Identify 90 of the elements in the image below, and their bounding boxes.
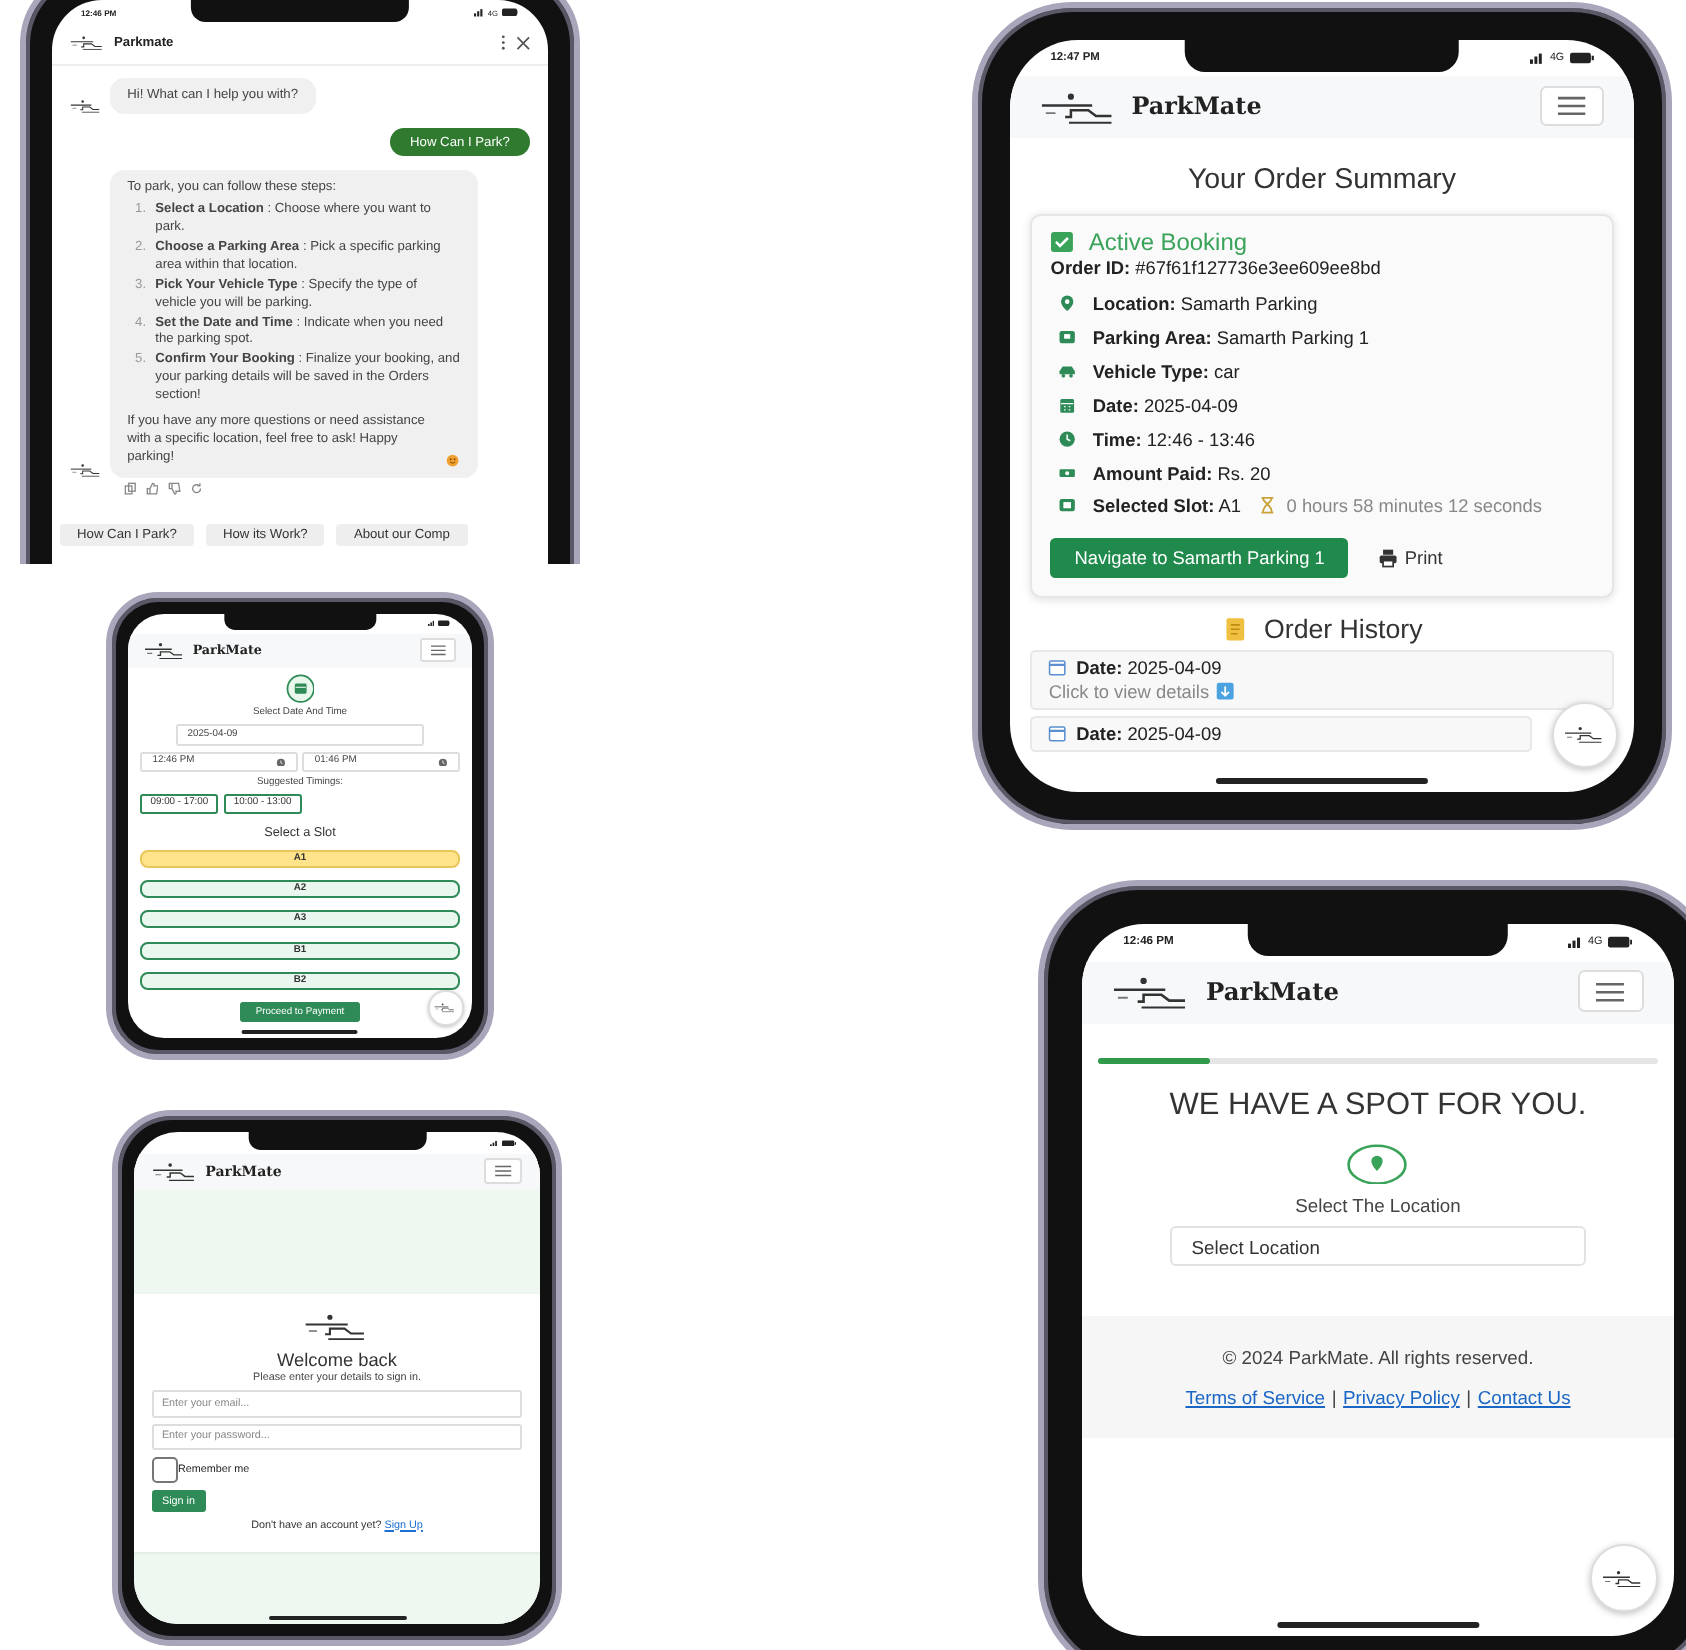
map-pin-icon	[1057, 294, 1077, 313]
signal-icon	[427, 620, 435, 627]
clock-icon	[1057, 430, 1077, 449]
menu-icon	[1556, 94, 1588, 119]
history-date: Date: 2025-04-09	[1076, 657, 1222, 678]
brand-name: ParkMate	[1206, 977, 1339, 1006]
signal-icon	[1529, 52, 1545, 65]
footer-link[interactable]: Privacy Policy	[1343, 1386, 1460, 1409]
calendar-icon	[285, 673, 315, 704]
remember-checkbox[interactable]	[151, 1456, 178, 1484]
copyright-text: © 2024 ParkMate. All rights reserved.	[1222, 1345, 1534, 1368]
home-indicator	[241, 1030, 359, 1034]
location-select[interactable]: Select Location	[1170, 1225, 1586, 1267]
more-options-icon[interactable]	[499, 34, 506, 52]
car-logo-icon	[151, 1160, 197, 1184]
link-separator: |	[1466, 1386, 1472, 1409]
page-title: WE HAVE A SPOT FOR YOU.	[1167, 1088, 1589, 1125]
signal-icon	[473, 8, 484, 18]
booking-status: Active Booking	[1088, 228, 1247, 257]
detail-text: Amount Paid: Rs. 20	[1092, 463, 1271, 484]
home-indicator	[268, 1615, 406, 1620]
menu-icon	[1594, 979, 1627, 1004]
car-logo-icon	[304, 1310, 370, 1344]
detail-text: Vehicle Type: car	[1092, 361, 1240, 382]
battery-icon	[501, 8, 519, 18]
thumbs-up-icon[interactable]	[145, 482, 159, 496]
print-button[interactable]: Print	[1378, 547, 1443, 568]
car-logo-icon	[1112, 972, 1191, 1012]
history-date: Date: 2025-04-09	[1076, 723, 1222, 744]
page-title: Your Order Summary	[1185, 164, 1459, 197]
menu-button[interactable]	[420, 638, 457, 662]
copy-icon[interactable]	[123, 482, 137, 496]
smiley-icon	[446, 454, 461, 468]
close-icon[interactable]	[515, 35, 530, 51]
hourglass-icon	[1260, 495, 1276, 514]
refresh-icon[interactable]	[190, 482, 204, 496]
section-title: Order History	[1264, 613, 1423, 644]
section-label: Select The Location	[1295, 1194, 1461, 1217]
footer-link[interactable]: Contact Us	[1477, 1386, 1571, 1409]
history-item[interactable]: Date: 2025-04-09 Click to view details	[1030, 649, 1614, 710]
footer-link[interactable]: Terms of Service	[1185, 1386, 1326, 1409]
signal-icon	[1567, 936, 1583, 949]
parking-sign-icon	[1057, 328, 1077, 347]
menu-button[interactable]	[1577, 970, 1644, 1013]
parking-sign-icon	[1057, 495, 1077, 514]
check-square-icon	[1050, 230, 1075, 255]
thumbs-down-icon[interactable]	[168, 482, 182, 496]
history-item[interactable]: Date: 2025-04-09	[1030, 715, 1533, 753]
scroll-icon	[1221, 615, 1249, 643]
chat-button[interactable]	[1589, 1543, 1658, 1612]
calendar-icon	[1048, 658, 1068, 677]
bot-avatar-icon	[70, 461, 103, 478]
detail-text: Selected Slot: A1	[1092, 496, 1241, 517]
printer-icon	[1378, 547, 1399, 568]
car-logo-icon	[1564, 724, 1605, 746]
car-logo-icon	[143, 639, 185, 661]
detail-text: Date: 2025-04-09	[1092, 395, 1238, 416]
menu-button[interactable]	[1539, 85, 1605, 127]
battery-icon	[1608, 936, 1633, 949]
clock-icon	[437, 757, 448, 767]
link-separator: |	[1331, 1386, 1337, 1409]
calendar-icon	[1057, 396, 1077, 415]
car-logo-icon	[434, 1002, 457, 1014]
car-icon	[1057, 362, 1077, 381]
detail-text: Parking Area: Samarth Parking 1	[1092, 327, 1369, 348]
map-pin-icon	[1346, 1143, 1409, 1185]
arrow-down-icon	[1216, 682, 1235, 701]
chat-button[interactable]	[1551, 701, 1618, 769]
battery-icon	[1569, 52, 1594, 65]
order-id: Order ID: #67f61f127736e3ee609ee8bd	[1050, 258, 1383, 279]
menu-icon	[493, 1164, 513, 1179]
history-hint: Click to view details	[1048, 681, 1210, 702]
car-logo-icon	[1602, 1567, 1644, 1589]
calendar-icon	[1048, 724, 1068, 743]
signal-icon	[490, 1139, 499, 1147]
navigate-button[interactable]: Navigate to Samarth Parking 1	[1050, 537, 1349, 578]
clock-icon	[275, 757, 286, 767]
menu-icon	[429, 643, 447, 657]
battery-icon	[502, 1139, 517, 1147]
detail-text: Location: Samarth Parking	[1092, 293, 1318, 314]
car-logo-icon	[70, 34, 105, 52]
brand-name: ParkMate	[1131, 92, 1262, 121]
detail-text: Time: 12:46 - 13:46	[1092, 429, 1255, 450]
banknote-icon	[1057, 464, 1077, 483]
menu-button[interactable]	[483, 1158, 523, 1185]
bot-avatar-icon	[70, 98, 103, 115]
battery-icon	[437, 620, 451, 627]
countdown-text: 0 hours 58 minutes 12 seconds	[1286, 496, 1542, 517]
login-title: Welcome back	[277, 1349, 397, 1370]
chat-button[interactable]	[427, 990, 464, 1026]
